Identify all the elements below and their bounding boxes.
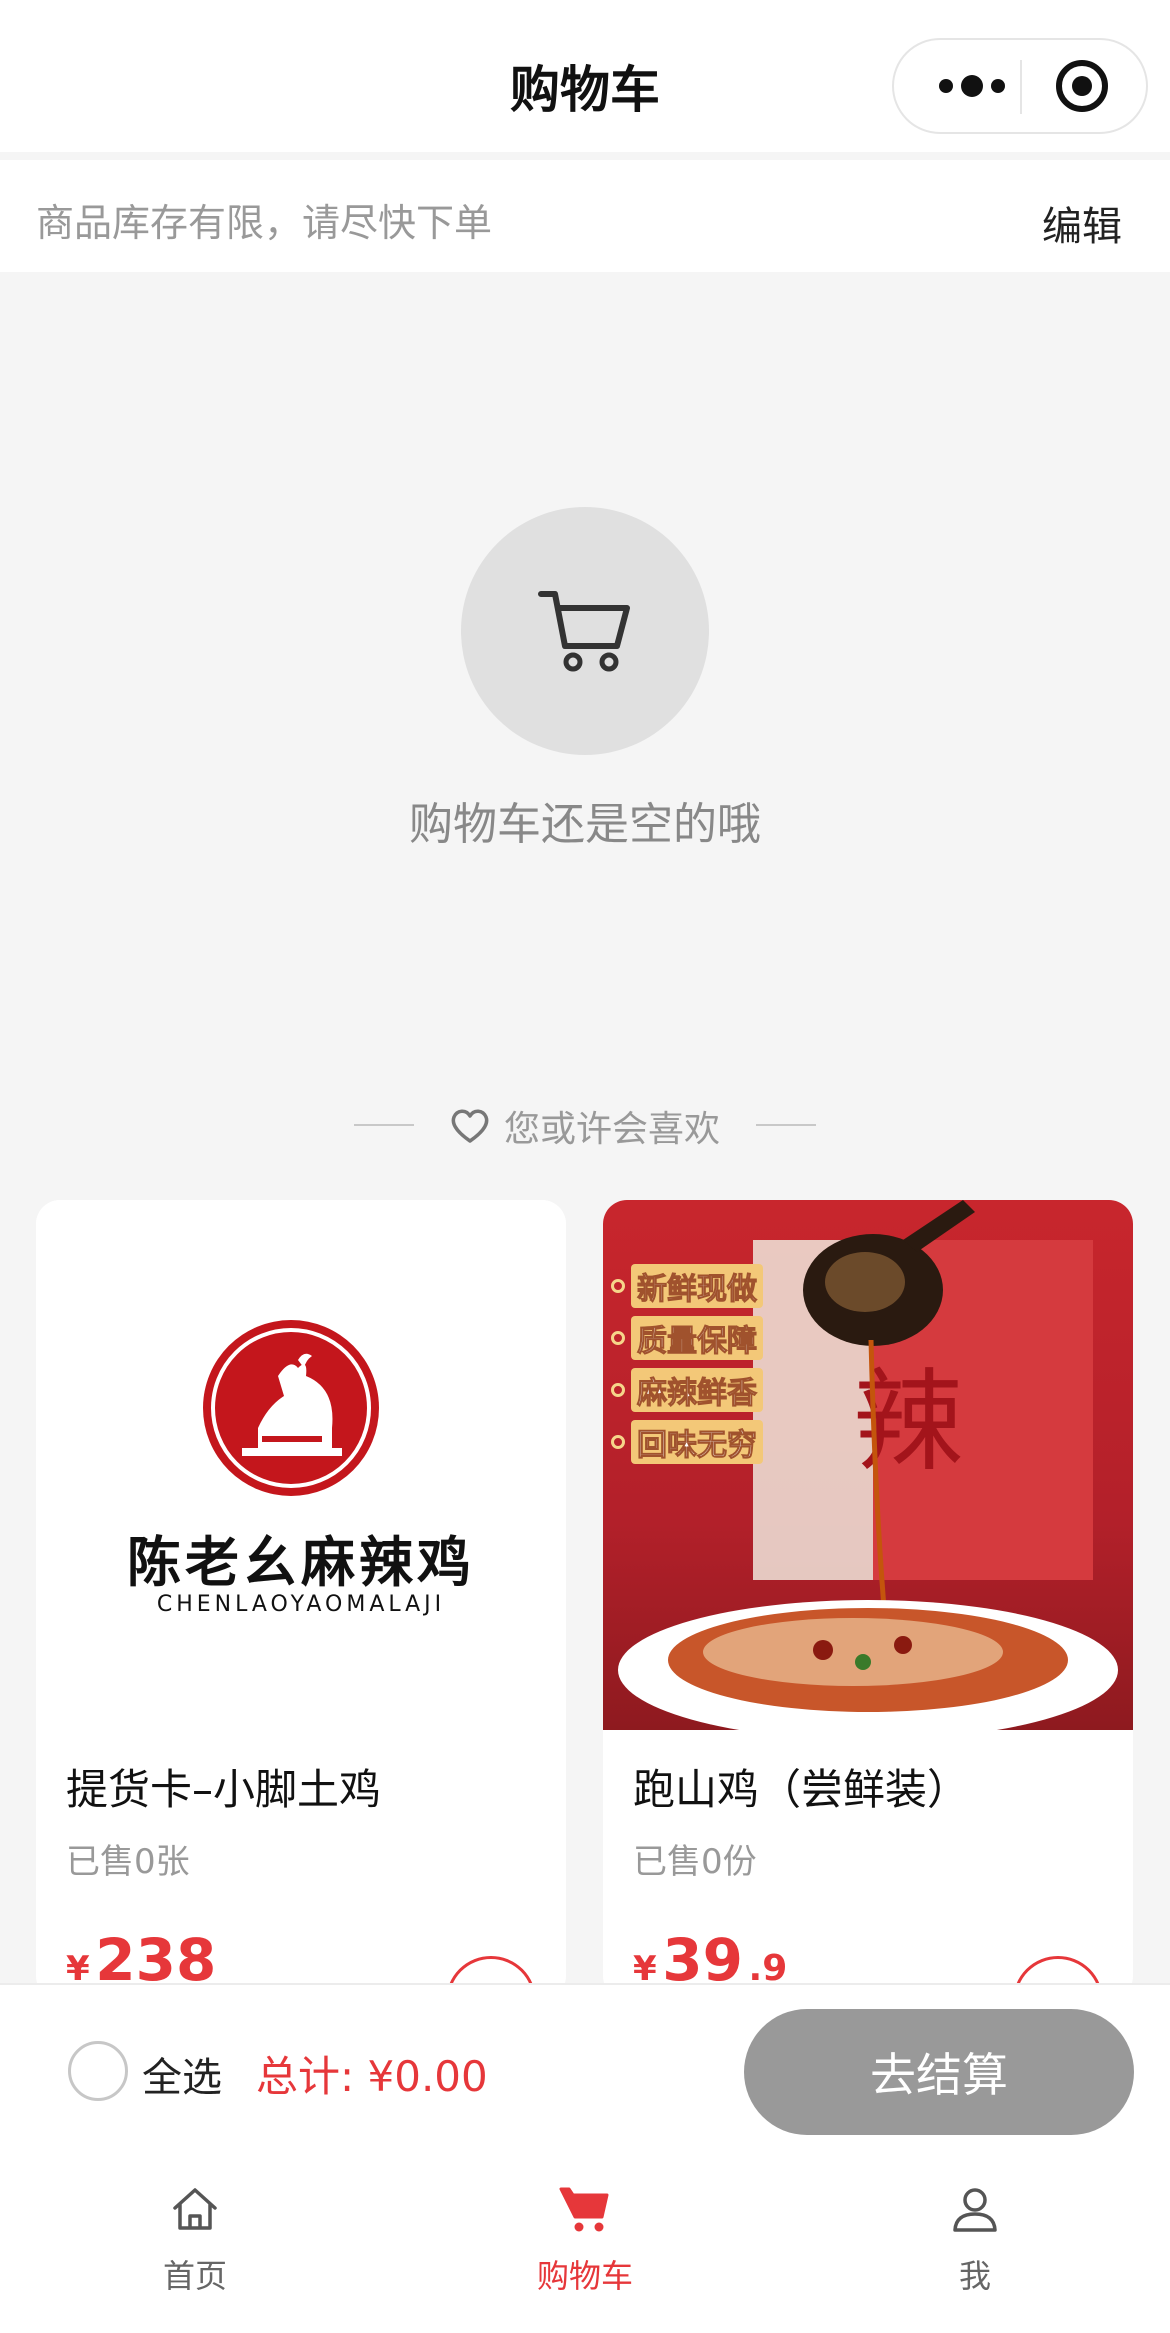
stock-notice-text: 商品库存有限，请尽快下单	[36, 201, 493, 245]
tab-profile-label: 我	[958, 2257, 991, 2295]
product-tag: 回味无穷	[631, 1420, 763, 1464]
capsule-divider	[1020, 60, 1022, 114]
product-tag-list: 新鲜现做 质量保障 麻辣鲜香 回味无穷	[611, 1264, 763, 1464]
product-card[interactable]: 陈老幺麻辣鸡 CHENLAOYAOMALAJI 提货卡–小脚土鸡 已售0张 ¥ …	[36, 1200, 566, 2000]
product-card[interactable]: 辣 新鲜现做 质量保障 麻辣鲜香 回味无穷 跑山鸡（尝鲜装） 已售0份 ¥ 39…	[603, 1200, 1133, 2000]
tab-home-label: 首页	[162, 2257, 227, 2295]
heart-icon	[451, 1109, 489, 1143]
brand-name-en: CHENLAOYAOMALAJI	[156, 1592, 446, 1617]
product-tag: 麻辣鲜香	[631, 1368, 763, 1412]
select-all-label[interactable]: 全选	[142, 2045, 222, 2103]
product-sold-count: 已售0份	[633, 1842, 757, 1882]
product-sold-count: 已售0张	[66, 1842, 190, 1882]
product-name: 提货卡–小脚土鸡	[66, 1765, 382, 1814]
tab-cart[interactable]: 购物车	[485, 2179, 685, 2297]
brand-logo	[203, 1320, 379, 1496]
empty-cart-illustration	[461, 507, 709, 755]
empty-cart-message: 购物车还是空的哦	[409, 799, 761, 850]
close-mini-program-icon[interactable]	[1056, 60, 1108, 112]
product-name: 跑山鸡（尝鲜装）	[633, 1765, 970, 1814]
tab-home[interactable]: 首页	[95, 2179, 295, 2297]
brand-name-cn: 陈老幺麻辣鸡	[127, 1530, 475, 1594]
checkout-bar: 全选 总计: ¥0.00 去结算	[0, 1983, 1170, 2153]
total-price: 总计: ¥0.00	[256, 2052, 488, 2101]
recommend-label: 您或许会喜欢	[503, 1109, 720, 1150]
home-icon	[173, 2188, 217, 2230]
bottom-tab-bar: 首页 购物车 我	[0, 2153, 1170, 2333]
product-tag: 新鲜现做	[631, 1264, 763, 1308]
product-image: 陈老幺麻辣鸡 CHENLAOYAOMALAJI	[36, 1200, 566, 1730]
user-icon	[953, 2188, 997, 2232]
stock-notice-bar: 商品库存有限，请尽快下单 编辑	[0, 160, 1170, 272]
more-menu-icon[interactable]	[924, 40, 1019, 132]
tab-cart-label: 购物车	[536, 2257, 633, 2295]
bag-char: 辣	[853, 1358, 963, 1486]
tab-profile[interactable]: 我	[875, 2179, 1075, 2297]
select-all-checkbox[interactable]	[68, 2041, 128, 2101]
product-tag: 质量保障	[631, 1316, 763, 1360]
cart-icon	[559, 2187, 609, 2232]
mini-program-capsule	[892, 38, 1148, 134]
cart-icon	[538, 591, 630, 672]
product-image: 辣 新鲜现做 质量保障 麻辣鲜香 回味无穷	[603, 1200, 1133, 1740]
checkout-button[interactable]: 去结算	[744, 2009, 1134, 2135]
nav-header: 购物车	[0, 0, 1170, 152]
edit-button[interactable]: 编辑	[1042, 194, 1122, 252]
recommend-heading: 您或许会喜欢	[0, 1100, 1170, 1152]
